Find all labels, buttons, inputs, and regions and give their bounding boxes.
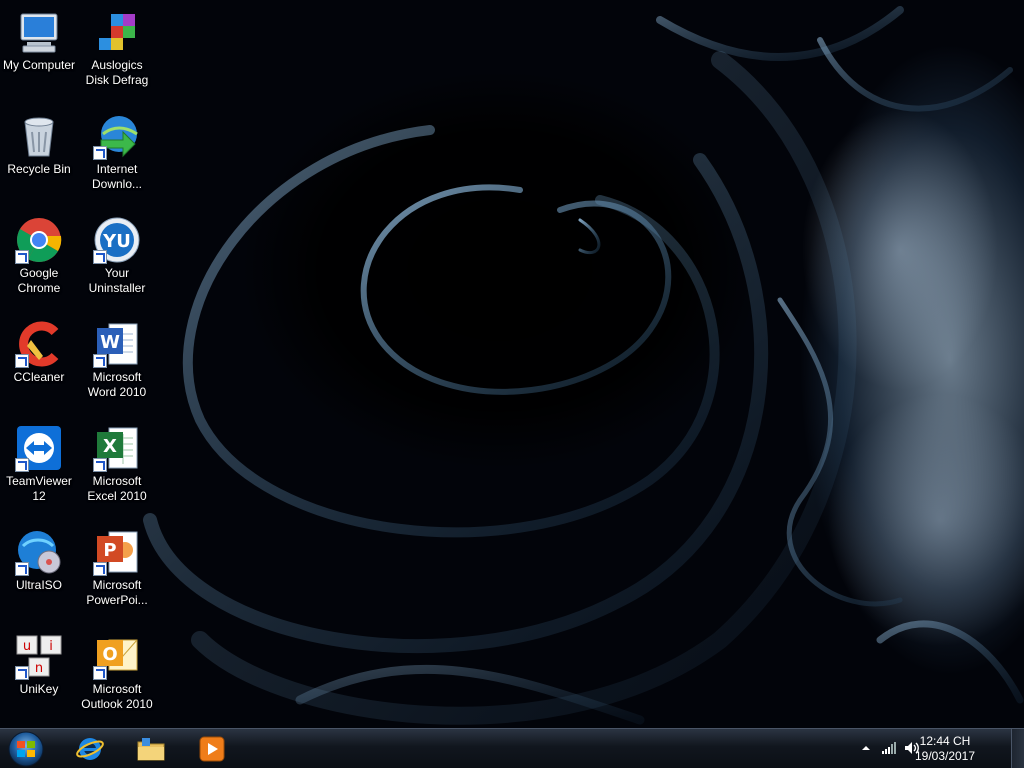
svg-text:O: O: [102, 644, 117, 665]
teamviewer-icon: [15, 424, 63, 472]
excel-icon: X: [93, 424, 141, 472]
desktop-icon-label: Your Uninstaller: [88, 266, 146, 295]
unikey-icon: u i n: [15, 632, 63, 680]
desktop-icon-label: Microsoft Excel 2010: [87, 474, 147, 503]
svg-text:u: u: [23, 639, 31, 654]
internet-download-manager-icon: [93, 112, 141, 160]
shortcut-arrow-icon: [15, 250, 29, 264]
shortcut-arrow-icon: [15, 354, 29, 368]
taskbar-media-player[interactable]: [184, 730, 240, 767]
desktop-icon-internet-download-manager[interactable]: Internet Downlo...: [78, 104, 156, 200]
ultraiso-icon: [15, 528, 63, 576]
desktop-icon-my-computer[interactable]: My Computer: [0, 0, 78, 96]
shortcut-arrow-icon: [93, 250, 107, 264]
taskbar-internet-explorer[interactable]: [62, 730, 118, 767]
word-icon: W: [93, 320, 141, 368]
shortcut-arrow-icon: [15, 666, 29, 680]
svg-text:P: P: [103, 540, 116, 561]
svg-text:YU: YU: [102, 231, 131, 252]
desktop-icon-label: CCleaner: [13, 370, 65, 384]
desktop-icon-label: Microsoft PowerPoi...: [86, 578, 148, 607]
computer-icon: [15, 8, 63, 56]
show-desktop-button[interactable]: [1011, 729, 1024, 768]
show-hidden-icons-icon[interactable]: [861, 743, 871, 753]
desktop-icon-microsoft-excel[interactable]: X Microsoft Excel 2010: [78, 416, 156, 512]
desktop-icon-google-chrome[interactable]: Google Chrome: [0, 208, 78, 304]
media-player-icon: [199, 736, 225, 762]
desktop-icon-microsoft-outlook[interactable]: O Microsoft Outlook 2010: [78, 624, 156, 720]
taskbar-file-explorer[interactable]: [123, 730, 179, 767]
svg-text:i: i: [49, 639, 53, 654]
shortcut-arrow-icon: [93, 354, 107, 368]
desktop-icon-label: Microsoft Outlook 2010: [81, 682, 153, 711]
ccleaner-icon: [15, 320, 63, 368]
shortcut-arrow-icon: [93, 458, 107, 472]
desktop-icon-label: Recycle Bin: [7, 162, 71, 176]
svg-text:n: n: [35, 661, 43, 676]
desktop-icon-label: UltraISO: [15, 578, 62, 592]
desktop-icon-recycle-bin[interactable]: Recycle Bin: [0, 104, 78, 200]
desktop-icon-ccleaner[interactable]: CCleaner: [0, 312, 78, 408]
your-uninstaller-icon: YU: [93, 216, 141, 264]
chrome-icon: [15, 216, 63, 264]
shortcut-arrow-icon: [93, 562, 107, 576]
desktop-icon-auslogics-disk-defrag[interactable]: Auslogics Disk Defrag: [78, 0, 156, 96]
desktop-icon-label: My Computer: [2, 58, 76, 72]
desktop-icon-label: Internet Downlo...: [91, 162, 143, 191]
desktop-icon-label: Google Chrome: [17, 266, 61, 295]
shortcut-arrow-icon: [15, 562, 29, 576]
svg-text:X: X: [103, 436, 117, 457]
desktop-icon-your-uninstaller[interactable]: YU Your Uninstaller: [78, 208, 156, 304]
taskbar: 12:44 CH 19/03/2017: [0, 728, 1024, 768]
clock-date: 19/03/2017: [914, 749, 976, 763]
file-explorer-icon: [137, 738, 165, 761]
notification-area: 12:44 CH 19/03/2017: [845, 729, 1010, 768]
internet-explorer-icon: [76, 738, 104, 760]
powerpoint-icon: P: [93, 528, 141, 576]
network-signal-icon[interactable]: [881, 741, 897, 755]
start-button[interactable]: [6, 730, 46, 768]
system-clock[interactable]: 12:44 CH 19/03/2017: [910, 734, 980, 764]
desktop-icon-ultraiso[interactable]: UltraISO: [0, 520, 78, 616]
desktop-icon-microsoft-word[interactable]: W Microsoft Word 2010: [78, 312, 156, 408]
shortcut-arrow-icon: [93, 666, 107, 680]
desktop-icon-unikey[interactable]: u i n UniKey: [0, 624, 78, 720]
shortcut-arrow-icon: [15, 458, 29, 472]
windows-logo-icon: [8, 731, 44, 767]
desktop-icon-label: Microsoft Word 2010: [87, 370, 147, 399]
desktop-icon-label: Auslogics Disk Defrag: [85, 58, 149, 87]
desktop-icon-teamviewer[interactable]: TeamViewer 12: [0, 416, 78, 512]
desktop-icon-microsoft-powerpoint[interactable]: P Microsoft PowerPoi...: [78, 520, 156, 616]
disk-defrag-icon: [93, 8, 141, 56]
desktop-icon-label: UniKey: [19, 682, 59, 696]
svg-text:W: W: [100, 332, 120, 353]
clock-time: 12:44 CH: [919, 734, 971, 748]
recycle-bin-icon: [15, 112, 63, 160]
outlook-icon: O: [93, 632, 141, 680]
shortcut-arrow-icon: [93, 146, 107, 160]
desktop-icon-label: TeamViewer 12: [6, 474, 72, 503]
